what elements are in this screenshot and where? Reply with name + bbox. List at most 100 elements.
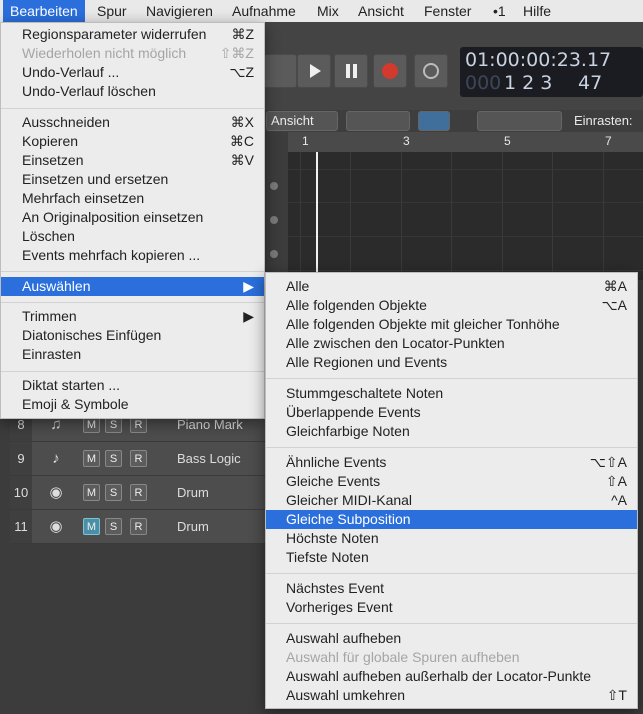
catch-button[interactable] [418,111,450,131]
menubar-bearbeiten[interactable]: Bearbeiten [3,0,85,22]
menu-item-alle[interactable]: Alle ⌘A [266,277,637,296]
ruler-tick-7: 7 [605,134,612,148]
menu-item-alle-regionen-und-events[interactable]: Alle Regionen und Events [266,353,637,372]
ruler[interactable]: 1 3 5 7 [288,132,643,153]
track-dot [270,250,278,258]
menubar-ansicht[interactable]: Ansicht [358,0,404,22]
menu-item-diktat-starten[interactable]: Diktat starten ... [1,376,264,395]
track-dot [270,216,278,224]
menu-item-undo-verlauf[interactable]: Undo-Verlauf ... ⌥Z [1,63,264,82]
record-enable-button[interactable]: R [130,518,147,535]
play-button[interactable] [297,54,331,88]
cycle-icon [423,63,439,79]
arrange-area[interactable] [288,152,643,280]
menu-item-mehrfach-einsetzen[interactable]: Mehrfach einsetzen [1,189,264,208]
menu-item-loeschen[interactable]: Löschen [1,227,264,246]
solo-button[interactable]: S [105,518,122,535]
menubar-fenster[interactable]: Fenster [424,0,471,22]
menu-item-auswahl-umkehren[interactable]: Auswahl umkehren ⇧T [266,686,637,705]
menu-item-gleiche-events[interactable]: Gleiche Events ⇧A [266,472,637,491]
menu-item-trimmen[interactable]: Trimmen ▶ [1,307,264,326]
drum-icon: ◉ [49,484,63,501]
track-row[interactable]: 9 ♪ M S R Bass Logic [10,442,265,476]
record-button[interactable] [373,54,407,88]
menu-item-einrasten[interactable]: Einrasten [1,345,264,364]
record-enable-button[interactable]: R [130,484,147,501]
menu-separator [1,302,264,303]
view-menu[interactable]: Ansicht [266,111,338,131]
menu-item-hoechste-noten[interactable]: Höchste Noten [266,529,637,548]
menubar-aufnahme[interactable]: Aufnahme [232,0,296,22]
menu-item-auswahl-ausserhalb-locator-aufheben[interactable]: Auswahl aufheben außerhalb der Locator-P… [266,667,637,686]
playhead[interactable] [316,152,318,280]
menubar-spur[interactable]: Spur [97,0,127,22]
menu-item-ausschneiden[interactable]: Ausschneiden ⌘X [1,113,264,132]
record-enable-button[interactable]: R [130,450,147,467]
lcd-display[interactable]: 01:00:00:23.17 000 1 2 3 47 [460,47,643,97]
track-number: 11 [10,510,32,543]
menu-item-auswahl-globale-spuren-aufheben: Auswahl für globale Spuren aufheben [286,649,520,665]
time-display: 01:00:00:23.17 [465,49,612,71]
bar-beat-display: 1 2 3 [504,72,553,94]
violin-icon: ♪ [52,450,60,467]
pause-button[interactable] [334,54,368,88]
menu-item-gleiche-subposition[interactable]: Gleiche Subposition [266,510,637,529]
cycle-button[interactable] [414,54,448,88]
menu-item-vorheriges-event[interactable]: Vorheriges Event [266,598,637,617]
menu-item-undo-verlauf-loeschen[interactable]: Undo-Verlauf löschen [1,82,264,101]
solo-button[interactable]: S [105,484,122,501]
menu-item-emoji-symbole[interactable]: Emoji & Symbole [1,395,264,414]
menu-item-stummgeschaltete-noten[interactable]: Stummgeschaltete Noten [266,384,637,403]
menu-item-naechstes-event[interactable]: Nächstes Event [266,579,637,598]
bar-display-dim: 000 [465,72,502,94]
solo-button[interactable]: S [105,450,122,467]
menubar-navigieren[interactable]: Navigieren [146,0,213,22]
automation-button[interactable] [346,111,410,131]
ruler-tick-3: 3 [403,134,410,148]
menu-item-einsetzen-und-ersetzen[interactable]: Einsetzen und ersetzen [1,170,264,189]
menu-separator [1,371,264,372]
menu-separator [1,108,264,109]
ruler-tick-1: 1 [302,134,309,148]
menubar-hilfe[interactable]: Hilfe [523,0,551,22]
subdivision-display: 47 [578,72,603,94]
mute-button[interactable]: M [83,518,100,535]
menu-item-diatonisches-einfuegen[interactable]: Diatonisches Einfügen [1,326,264,345]
menu-item-auswahl-aufheben[interactable]: Auswahl aufheben [266,629,637,648]
track-row[interactable]: 11 ◉ M S R Drum [10,510,265,544]
menu-item-tiefste-noten[interactable]: Tiefste Noten [266,548,637,567]
mute-button[interactable]: M [83,484,100,501]
track-number: 10 [10,476,32,509]
menu-item-aehnliche-events[interactable]: Ähnliche Events ⌥⇧A [266,453,637,472]
menu-item-zwischen-locator-punkten[interactable]: Alle zwischen den Locator-Punkten [266,334,637,353]
menu-item-gleichfarbige-noten[interactable]: Gleichfarbige Noten [266,422,637,441]
menu-separator [1,271,264,272]
menu-item-an-originalposition-einsetzen[interactable]: An Originalposition einsetzen [1,208,264,227]
tool-menu[interactable] [477,111,562,131]
menu-bar: Bearbeiten Spur Navigieren Aufnahme Mix … [0,0,643,23]
track-name: Drum [177,519,209,534]
track-name: Drum [177,485,209,500]
menubar-window-1[interactable]: •1 [493,0,506,22]
menu-item-alle-folgenden-objekte[interactable]: Alle folgenden Objekte ⌥A [266,296,637,315]
menu-item-gleiche-tonhoehe[interactable]: Alle folgenden Objekte mit gleicher Tonh… [266,315,637,334]
mute-button[interactable]: M [83,450,100,467]
track-dot [270,182,278,190]
track-row[interactable]: 10 ◉ M S R Drum [10,476,265,510]
menu-item-einsetzen[interactable]: Einsetzen ⌘V [1,151,264,170]
edit-menu: Regionsparameter widerrufen ⌘Z Wiederhole… [0,22,265,419]
menu-item-gleicher-midi-kanal[interactable]: Gleicher MIDI-Kanal ^A [266,491,637,510]
menu-item-auswaehlen[interactable]: Auswählen ▶ [1,277,264,296]
menubar-mix[interactable]: Mix [317,0,339,22]
rewind-button[interactable] [263,54,297,88]
menu-separator [266,573,637,574]
menu-item-kopieren[interactable]: Kopieren ⌘C [1,132,264,151]
track-name: Bass Logic [177,451,241,466]
menu-item-ueberlappende-events[interactable]: Überlappende Events [266,403,637,422]
submenu-arrow-icon: ▶ [243,308,254,324]
menu-separator [266,378,637,379]
play-icon [310,64,321,78]
menu-item-regionsparameter-widerrufen[interactable]: Regionsparameter widerrufen ⌘Z [1,25,264,44]
menu-item-events-mehrfach-kopieren[interactable]: Events mehrfach kopieren ... [1,246,264,265]
view-label: Ansicht [271,113,314,128]
